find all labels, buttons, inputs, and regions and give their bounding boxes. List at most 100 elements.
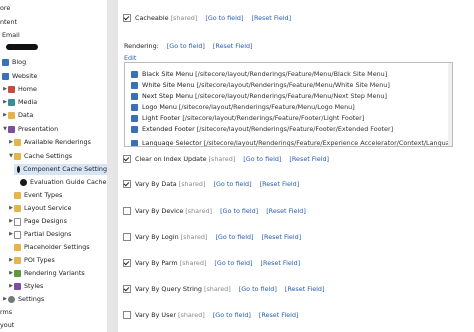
go-to-field-link[interactable]: [Go to field] — [214, 259, 252, 267]
content-tree: ore ntent Email Blog Website ▶ Home ▶ Medi… — [0, 0, 108, 332]
tree-item-label: Available Renderings — [24, 138, 91, 146]
list-item[interactable]: Light Footer [/sitecore/layout/Renderings… — [131, 113, 364, 123]
go-to-field-link[interactable]: [Go to field] — [220, 207, 258, 215]
go-to-field-link[interactable]: [Go to field] — [243, 155, 281, 163]
rendering-icon — [131, 103, 138, 111]
tree-item-label: yout — [0, 321, 15, 329]
field-label: Clear on Index Update — [135, 155, 207, 163]
tree-item-layout-service[interactable]: ▶ Layout Service — [8, 203, 71, 214]
rendering-path: [/sitecore/layout/Renderings/Feature/Men… — [195, 70, 388, 78]
vary-by-user-checkbox[interactable] — [123, 311, 131, 319]
shared-tag: [shared] — [185, 207, 213, 215]
data-folder-icon — [8, 112, 15, 119]
tree-item-media[interactable]: ▶ Media — [2, 97, 37, 108]
tree-item-rendering-variants[interactable]: ▶ Rendering Variants — [8, 268, 85, 279]
tree-item-component-cache-settings[interactable]: Component Cache Setting — [14, 164, 107, 175]
tree-item-presentation[interactable]: ▼ Presentation — [2, 124, 58, 135]
splitter[interactable] — [107, 0, 118, 332]
tree-item-poi-types[interactable]: ▶ POI Types — [8, 255, 55, 266]
tree-item-evaluation-guide-cache[interactable]: Evaluation Guide Cache S — [14, 177, 107, 188]
reset-field-link[interactable]: [Reset Field] — [251, 14, 291, 22]
shared-tag: [shared] — [203, 285, 231, 293]
reset-field-link[interactable]: [Reset Field] — [259, 311, 299, 319]
field-vary-by-query-string: Vary By Query String [shared] [Go to fie… — [123, 285, 324, 293]
tree-item-settings[interactable]: ▶ Settings — [2, 294, 44, 305]
tree-item-label: Media — [18, 98, 38, 106]
cacheable-checkbox[interactable] — [123, 14, 131, 22]
tree-item-event-types[interactable]: Event Types — [8, 190, 62, 201]
gear-icon — [8, 296, 15, 303]
list-item[interactable]: Next Step Menu [/sitecore/layout/Renderin… — [131, 91, 387, 101]
media-icon — [8, 99, 15, 106]
field-cacheable: Cacheable [shared] [Go to field] [Reset … — [123, 14, 291, 22]
tree-item-home[interactable]: ▶ Home — [2, 84, 37, 95]
rendering-label: Rendering: — [124, 42, 159, 50]
vary-by-data-checkbox[interactable] — [123, 180, 131, 188]
rendering-name: Logo Menu — [142, 103, 177, 111]
tree-item-website[interactable]: Website — [2, 71, 37, 82]
tree-item-forms[interactable]: rms — [0, 307, 12, 318]
tree-item-label: Component Cache Setting — [23, 165, 107, 173]
tree-item-styles[interactable]: ▶ Styles — [8, 281, 43, 292]
reset-field-link[interactable]: [Reset Field] — [285, 285, 325, 293]
go-to-field-link[interactable]: [Go to field] — [213, 311, 251, 319]
list-item[interactable]: Logo Menu [/sitecore/layout/Renderings/Fe… — [131, 102, 355, 112]
tree-item-data[interactable]: ▶ Data — [2, 110, 33, 121]
folder-icon — [14, 205, 21, 212]
reset-field-link[interactable]: [Reset Field] — [266, 207, 306, 215]
field-vary-by-login: Vary By Login [shared] [Go to field] [Re… — [123, 233, 301, 241]
go-to-field-link[interactable]: [Go to field] — [239, 285, 277, 293]
tree-item-content[interactable]: ntent — [0, 17, 17, 28]
rendering-icon — [131, 70, 138, 78]
reset-field-link[interactable]: [Reset Field] — [261, 259, 301, 267]
go-to-field-link[interactable]: [Go to field] — [167, 42, 205, 50]
rendering-icon — [131, 92, 138, 100]
go-to-field-link[interactable]: [Go to field] — [213, 180, 251, 188]
tree-item-placeholder-settings[interactable]: Placeholder Settings — [8, 242, 90, 253]
tree-item-label: ore — [0, 4, 11, 12]
tree-item-label: Partial Designs — [24, 230, 72, 238]
tree-item-label: Home — [18, 85, 37, 93]
rendering-path: [/sitecore/layout/Renderings/Feature/Men… — [196, 81, 390, 89]
go-to-field-link[interactable]: [Go to field] — [205, 14, 243, 22]
tree-item-layout[interactable]: yout — [0, 320, 14, 331]
tree-item-label: Event Types — [24, 191, 63, 199]
field-label: Vary By Query String — [135, 285, 202, 293]
field-label: Vary By Login — [135, 233, 179, 241]
reset-field-link[interactable]: [Reset Field] — [260, 180, 300, 188]
rendering-name: Light Footer — [142, 114, 181, 122]
go-to-field-link[interactable]: [Go to field] — [215, 233, 253, 241]
vary-by-device-checkbox[interactable] — [123, 207, 131, 215]
vary-by-query-string-checkbox[interactable] — [123, 285, 131, 293]
vary-by-parm-checkbox[interactable] — [123, 259, 131, 267]
tree-item-core[interactable]: ore — [0, 3, 10, 14]
folder-icon — [14, 139, 21, 146]
tree-item-page-designs[interactable]: ▶ Page Designs — [8, 216, 67, 227]
reset-field-link[interactable]: [Reset Field] — [262, 233, 302, 241]
reset-field-link[interactable]: [Reset Field] — [289, 155, 329, 163]
tree-item-blog[interactable]: Blog — [2, 57, 26, 68]
rendering-list[interactable]: Black Site Menu [/sitecore/layout/Renderi… — [124, 62, 453, 147]
list-item[interactable]: Language Selector [/sitecore/layout/Rende… — [131, 138, 452, 146]
tree-item-label: Cache Settings — [24, 152, 73, 160]
tree-item-cache-settings[interactable]: ▼ Cache Settings — [8, 151, 72, 162]
partial-designs-icon — [14, 230, 21, 239]
tree-item-label: Page Designs — [24, 217, 67, 225]
clear-on-index-update-checkbox[interactable] — [123, 155, 131, 163]
rendering-path: [/sitecore/layout/Renderings/Feature/Foo… — [196, 125, 394, 133]
reset-field-link[interactable]: [Reset Field] — [213, 42, 253, 50]
rendering-icon — [131, 114, 138, 122]
shared-tag: [shared] — [178, 311, 205, 319]
list-item[interactable]: White Site Menu [/sitecore/layout/Renderi… — [131, 80, 390, 90]
shared-tag: [shared] — [178, 180, 206, 188]
list-item[interactable]: Black Site Menu [/sitecore/layout/Renderi… — [131, 69, 387, 79]
scrollbar[interactable] — [448, 63, 452, 146]
tree-item-available-renderings[interactable]: ▶ Available Renderings — [8, 137, 91, 148]
vary-by-login-checkbox[interactable] — [123, 233, 131, 241]
tree-item-partial-designs[interactable]: ▶ Partial Designs — [8, 229, 72, 240]
list-item[interactable]: Extended Footer [/sitecore/layout/Renderi… — [131, 124, 393, 134]
tree-item-email[interactable]: Email — [2, 30, 20, 41]
field-editor: Cacheable [shared] [Go to field] [Reset … — [118, 0, 474, 332]
field-label: Vary By Device — [135, 207, 184, 215]
edit-link[interactable]: Edit — [124, 54, 136, 62]
